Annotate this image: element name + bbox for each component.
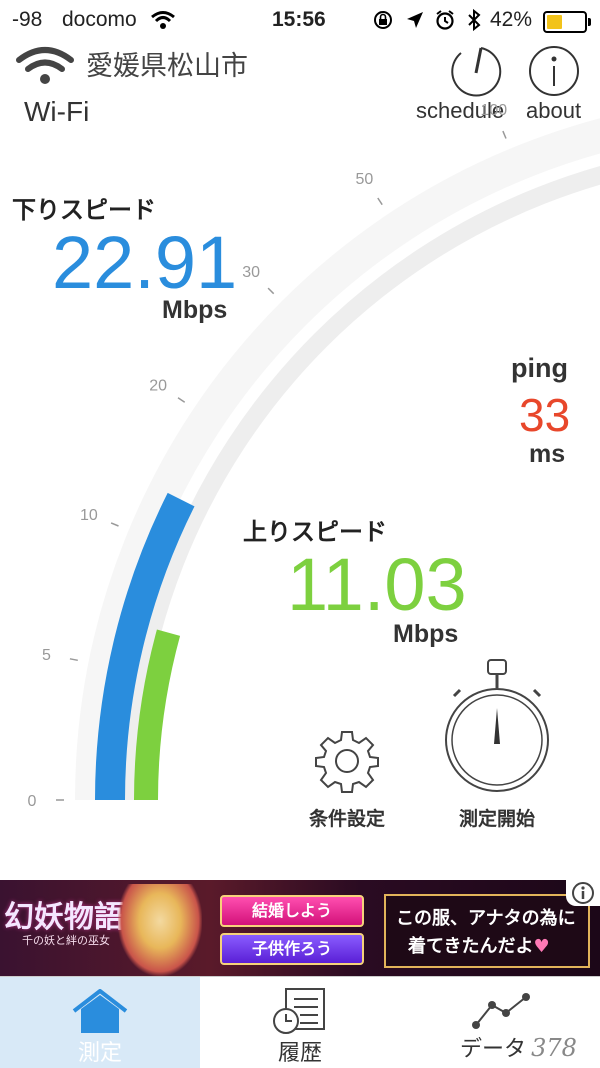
ping-unit: ms [529, 440, 566, 468]
gauge-tick-label: 30 [242, 264, 260, 281]
tab-measure[interactable]: 測定 [0, 977, 200, 1068]
settings-button[interactable]: 条件設定 [296, 728, 398, 832]
tab-measure-label: 測定 [77, 1041, 122, 1066]
ad-logo: 幻妖物語 [4, 900, 124, 935]
tab-history[interactable]: 履歴 [200, 977, 400, 1068]
gauge-tick-label: 10 [80, 507, 98, 524]
data-count-badge: 378 [531, 1034, 577, 1062]
upload-value: 11.03 [287, 543, 467, 626]
gauge-tick-label: 0 [28, 793, 37, 810]
gauge-tick-mark [267, 287, 275, 295]
ad-logo-subtitle: 千の妖と絆の巫女 [22, 934, 110, 947]
tab-history-label: 履歴 [277, 1041, 322, 1066]
ad-info-icon [572, 882, 594, 904]
tab-data[interactable]: データ 378 [400, 977, 600, 1068]
ping-label: ping [511, 353, 568, 383]
ping-value: 33 [519, 389, 571, 441]
ad-info-button[interactable] [566, 880, 600, 906]
gear-icon [315, 731, 379, 793]
ad-character-image [118, 884, 202, 976]
tab-data-label: データ [460, 1037, 527, 1062]
gauge-tick-label: 5 [42, 647, 51, 664]
gauge-tick-label: 50 [356, 171, 374, 188]
heart-icon: ♥ [533, 936, 550, 957]
ad-banner[interactable]: 幻妖物語 千の妖と絆の巫女 結婚しよう 子供作ろう この服、アナタの為に 着てき… [0, 880, 600, 976]
download-value: 22.91 [52, 221, 238, 304]
home-icon [72, 989, 128, 1033]
gauge-tick-label: 20 [149, 377, 167, 394]
gauge-tick-mark [177, 397, 186, 403]
ad-tagline-box: この服、アナタの為に 着てきたんだよ♥ [384, 894, 590, 968]
gauge-tick-mark [377, 197, 383, 206]
gauge-tick-mark [502, 130, 507, 139]
history-icon [273, 988, 325, 1034]
gauge-tick-mark [69, 658, 78, 662]
gauge-tick-mark [110, 522, 119, 527]
gauge-tick-label: 100 [480, 102, 507, 119]
download-unit: Mbps [162, 296, 228, 324]
ad-button-child[interactable]: 子供作ろう [220, 933, 364, 965]
ad-button-marry[interactable]: 結婚しよう [220, 895, 364, 927]
settings-label: 条件設定 [308, 808, 385, 830]
upload-unit: Mbps [393, 620, 459, 648]
line-chart-icon [472, 993, 530, 1029]
ad-tagline-line2: 着てきたんだよ [408, 936, 534, 957]
download-label: 下りスピード [12, 196, 156, 224]
tab-bar: 測定 履歴 データ 378 [0, 976, 600, 1068]
start-measure-label: 測定開始 [458, 808, 535, 830]
start-measure-button[interactable]: 測定開始 [440, 656, 554, 832]
stopwatch-icon [445, 659, 549, 792]
upload-label: 上りスピード [243, 518, 387, 546]
ad-tagline-line1: この服、アナタの為に [396, 908, 576, 929]
